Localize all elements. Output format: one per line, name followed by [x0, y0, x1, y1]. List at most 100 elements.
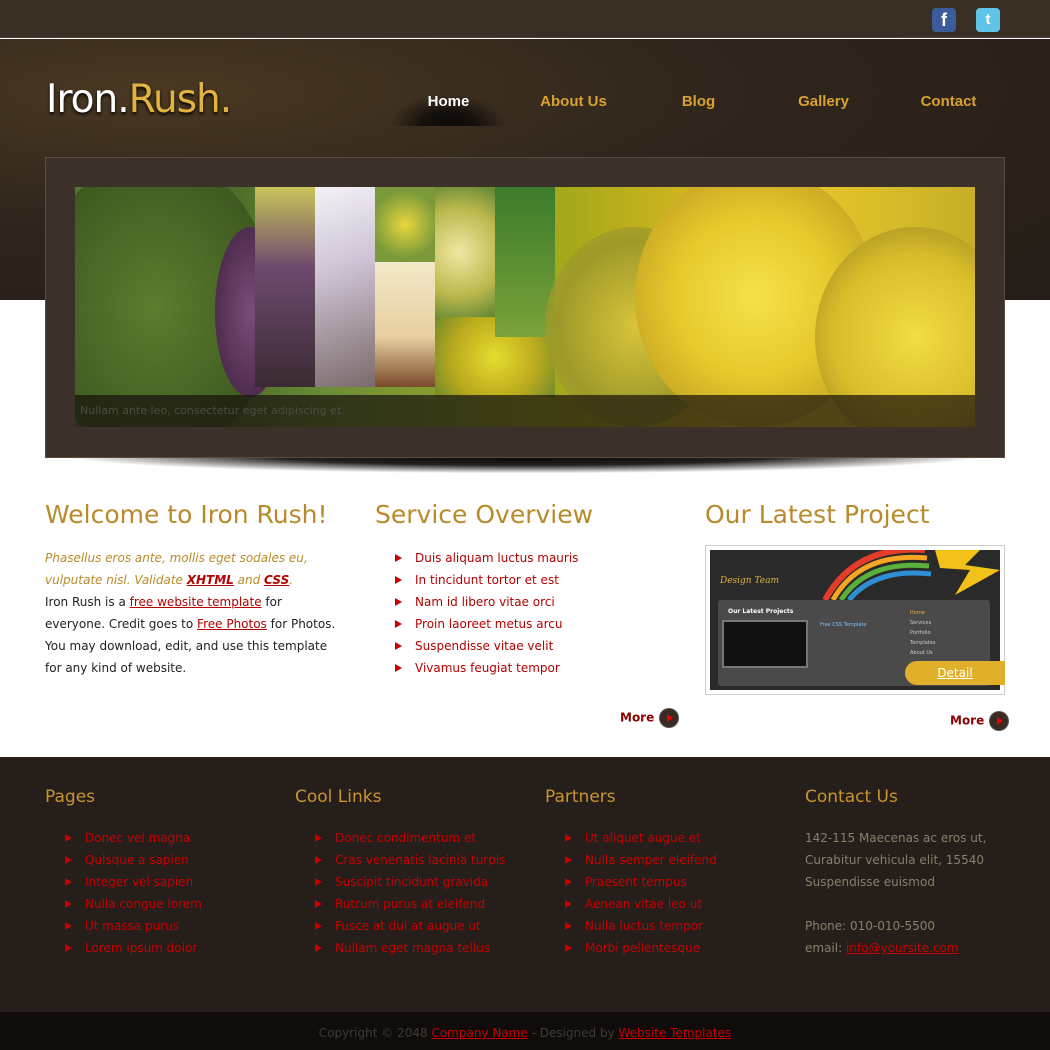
photo-tile: [435, 187, 495, 317]
list-item[interactable]: Quisque a sapien: [65, 849, 202, 871]
list-item[interactable]: Suspendisse vitae velit: [395, 635, 675, 657]
list-item[interactable]: Rutrum purus at eleifend: [315, 893, 505, 915]
body-text: Iron Rush is a: [45, 595, 126, 609]
list-item[interactable]: Praesent tempus: [565, 871, 717, 893]
list-item[interactable]: Donec vel magna: [65, 827, 202, 849]
list-item[interactable]: Proin laoreet metus arcu: [395, 613, 675, 635]
logo-part-iron: Iron.: [46, 77, 130, 122]
photo-tile: [315, 187, 375, 387]
contact-email-row: email: info@yoursite.com: [805, 937, 1005, 959]
list-item[interactable]: In tincidunt tortor et est: [395, 569, 675, 591]
slideshow-caption: Nullam ante leo, consectetur eget adipis…: [75, 395, 975, 427]
slideshow-image[interactable]: Nullam ante leo, consectetur eget adipis…: [75, 187, 975, 427]
welcome-intro: Phasellus eros ante, mollis eget sodales…: [45, 547, 340, 591]
address-line: 142-115 Maecenas ac eros ut,: [805, 831, 987, 845]
arrow-right-icon: [660, 709, 679, 727]
list-item[interactable]: Ut aliquet augue et: [565, 827, 717, 849]
list-item[interactable]: Donec condimentum et: [315, 827, 505, 849]
main-nav: Home About Us Blog Gallery Contact: [386, 91, 1011, 126]
footer-pages-list: Donec vel magna Quisque a sapien Integer…: [45, 827, 202, 959]
nav-gallery[interactable]: Gallery: [761, 91, 886, 126]
service-overview-section: Service Overview Duis aliquam luctus mau…: [375, 500, 675, 679]
free-photos-link[interactable]: Free Photos: [197, 617, 267, 631]
inner-menu-item: Portfolio: [910, 630, 931, 636]
list-item[interactable]: Nam id libero vitae orci: [395, 591, 675, 613]
welcome-section: Welcome to Iron Rush! Phasellus eros ant…: [45, 500, 340, 679]
logo-part-rush: Rush.: [128, 77, 232, 122]
inner-menu: Home Services Portfolio Templates About …: [910, 608, 980, 658]
more-label: More: [950, 713, 985, 728]
swirl-graphic-icon: [822, 550, 1000, 600]
project-thumbnail[interactable]: Design Team Our Latest Projects Free CSS…: [705, 545, 1005, 695]
list-item[interactable]: Ut massa purus: [65, 915, 202, 937]
project-more-button[interactable]: More: [950, 712, 1009, 730]
services-title: Service Overview: [375, 500, 594, 529]
arrow-right-icon: [990, 712, 1009, 730]
contact-phone: Phone: 010-010-5500: [805, 919, 936, 933]
inner-menu-item: Templates: [910, 640, 936, 646]
slideshow-frame: Nullam ante leo, consectetur eget adipis…: [45, 157, 1005, 458]
project-title: Our Latest Project: [705, 500, 930, 529]
xhtml-validate-link[interactable]: XHTML: [187, 573, 234, 587]
photo-tile: [375, 187, 435, 262]
services-more-button[interactable]: More: [620, 709, 679, 727]
photo-tile: [255, 187, 315, 387]
welcome-title: Welcome to Iron Rush!: [45, 500, 328, 529]
inner-menu-item: About Us: [910, 650, 933, 656]
footer-cool-links-list: Donec condimentum et Cras venenatis laci…: [295, 827, 505, 959]
nav-contact[interactable]: Contact: [886, 91, 1011, 126]
list-item[interactable]: Nulla congue lorem: [65, 893, 202, 915]
css-validate-link[interactable]: CSS: [264, 573, 289, 587]
inner-menu-item: Home: [910, 610, 925, 616]
company-name-link[interactable]: Company Name: [431, 1026, 527, 1040]
nav-blog[interactable]: Blog: [636, 91, 761, 126]
inner-thumbnail: [722, 620, 808, 668]
twitter-icon[interactable]: t: [976, 8, 1000, 32]
list-item[interactable]: Cras venenatis lacinia turpis: [315, 849, 505, 871]
designed-by-text: - Designed by: [531, 1026, 615, 1040]
nav-home[interactable]: Home: [386, 91, 511, 126]
list-item[interactable]: Suscipit tincidunt gravida: [315, 871, 505, 893]
design-team-label: Design Team: [720, 576, 779, 586]
list-item[interactable]: Aenean vitae leo ut: [565, 893, 717, 915]
more-label: More: [620, 710, 655, 725]
list-item[interactable]: Duis aliquam luctus mauris: [395, 547, 675, 569]
list-item[interactable]: Lorem ipsum dolor: [65, 937, 202, 959]
latest-project-section: Our Latest Project Design Team Our Lates…: [705, 500, 1005, 695]
address-spacer: [805, 893, 1005, 915]
nav-about-us[interactable]: About Us: [511, 91, 636, 126]
intro-period: .: [289, 573, 294, 587]
footer-partners-list: Ut aliquet augue et Nulla semper eleifen…: [545, 827, 717, 959]
list-item[interactable]: Nulla semper eleifend: [565, 849, 717, 871]
footer-contact-title: Contact Us: [805, 787, 898, 807]
welcome-body: Iron Rush is a free website template for…: [45, 591, 340, 679]
address-line: Suspendisse euismod: [805, 875, 935, 889]
facebook-icon[interactable]: f: [932, 8, 956, 32]
site-footer: Pages Donec vel magna Quisque a sapien I…: [0, 757, 1050, 1012]
site-logo[interactable]: Iron.Rush.: [46, 77, 232, 122]
contact-address: 142-115 Maecenas ac eros ut, Curabitur v…: [805, 827, 1005, 959]
copyright-text: Copyright © 2048: [318, 1026, 428, 1040]
footer-pages-title: Pages: [45, 787, 96, 807]
list-item[interactable]: Morbi pellentesque: [565, 937, 717, 959]
inner-menu-item: Services: [910, 620, 932, 626]
intro-and: and: [237, 573, 261, 587]
list-item[interactable]: Integer vel sapien: [65, 871, 202, 893]
inner-heading: Our Latest Projects: [728, 608, 794, 615]
inner-subheading: Free CSS Template: [820, 622, 867, 628]
list-item[interactable]: Nulla luctus tempor: [565, 915, 717, 937]
top-bar: f t: [0, 0, 1050, 38]
copyright-bar: Copyright © 2048 Company Name - Designed…: [0, 1012, 1050, 1050]
list-item[interactable]: Vivamus feugiat tempor: [395, 657, 675, 679]
photo-tile: [375, 262, 435, 387]
email-link[interactable]: info@yoursite.com: [846, 941, 959, 955]
list-item[interactable]: Nullam eget magna tellus: [315, 937, 505, 959]
detail-button[interactable]: Detail: [905, 661, 1005, 685]
footer-pages: Pages Donec vel magna Quisque a sapien I…: [45, 787, 202, 959]
list-item[interactable]: Fusce at dui at augue ut: [315, 915, 505, 937]
footer-partners: Partners Ut aliquet augue et Nulla sempe…: [545, 787, 717, 959]
website-templates-link[interactable]: Website Templates: [619, 1026, 732, 1040]
footer-partners-title: Partners: [545, 787, 616, 807]
footer-contact: Contact Us 142-115 Maecenas ac eros ut, …: [805, 787, 1005, 959]
free-template-link[interactable]: free website template: [130, 595, 262, 609]
